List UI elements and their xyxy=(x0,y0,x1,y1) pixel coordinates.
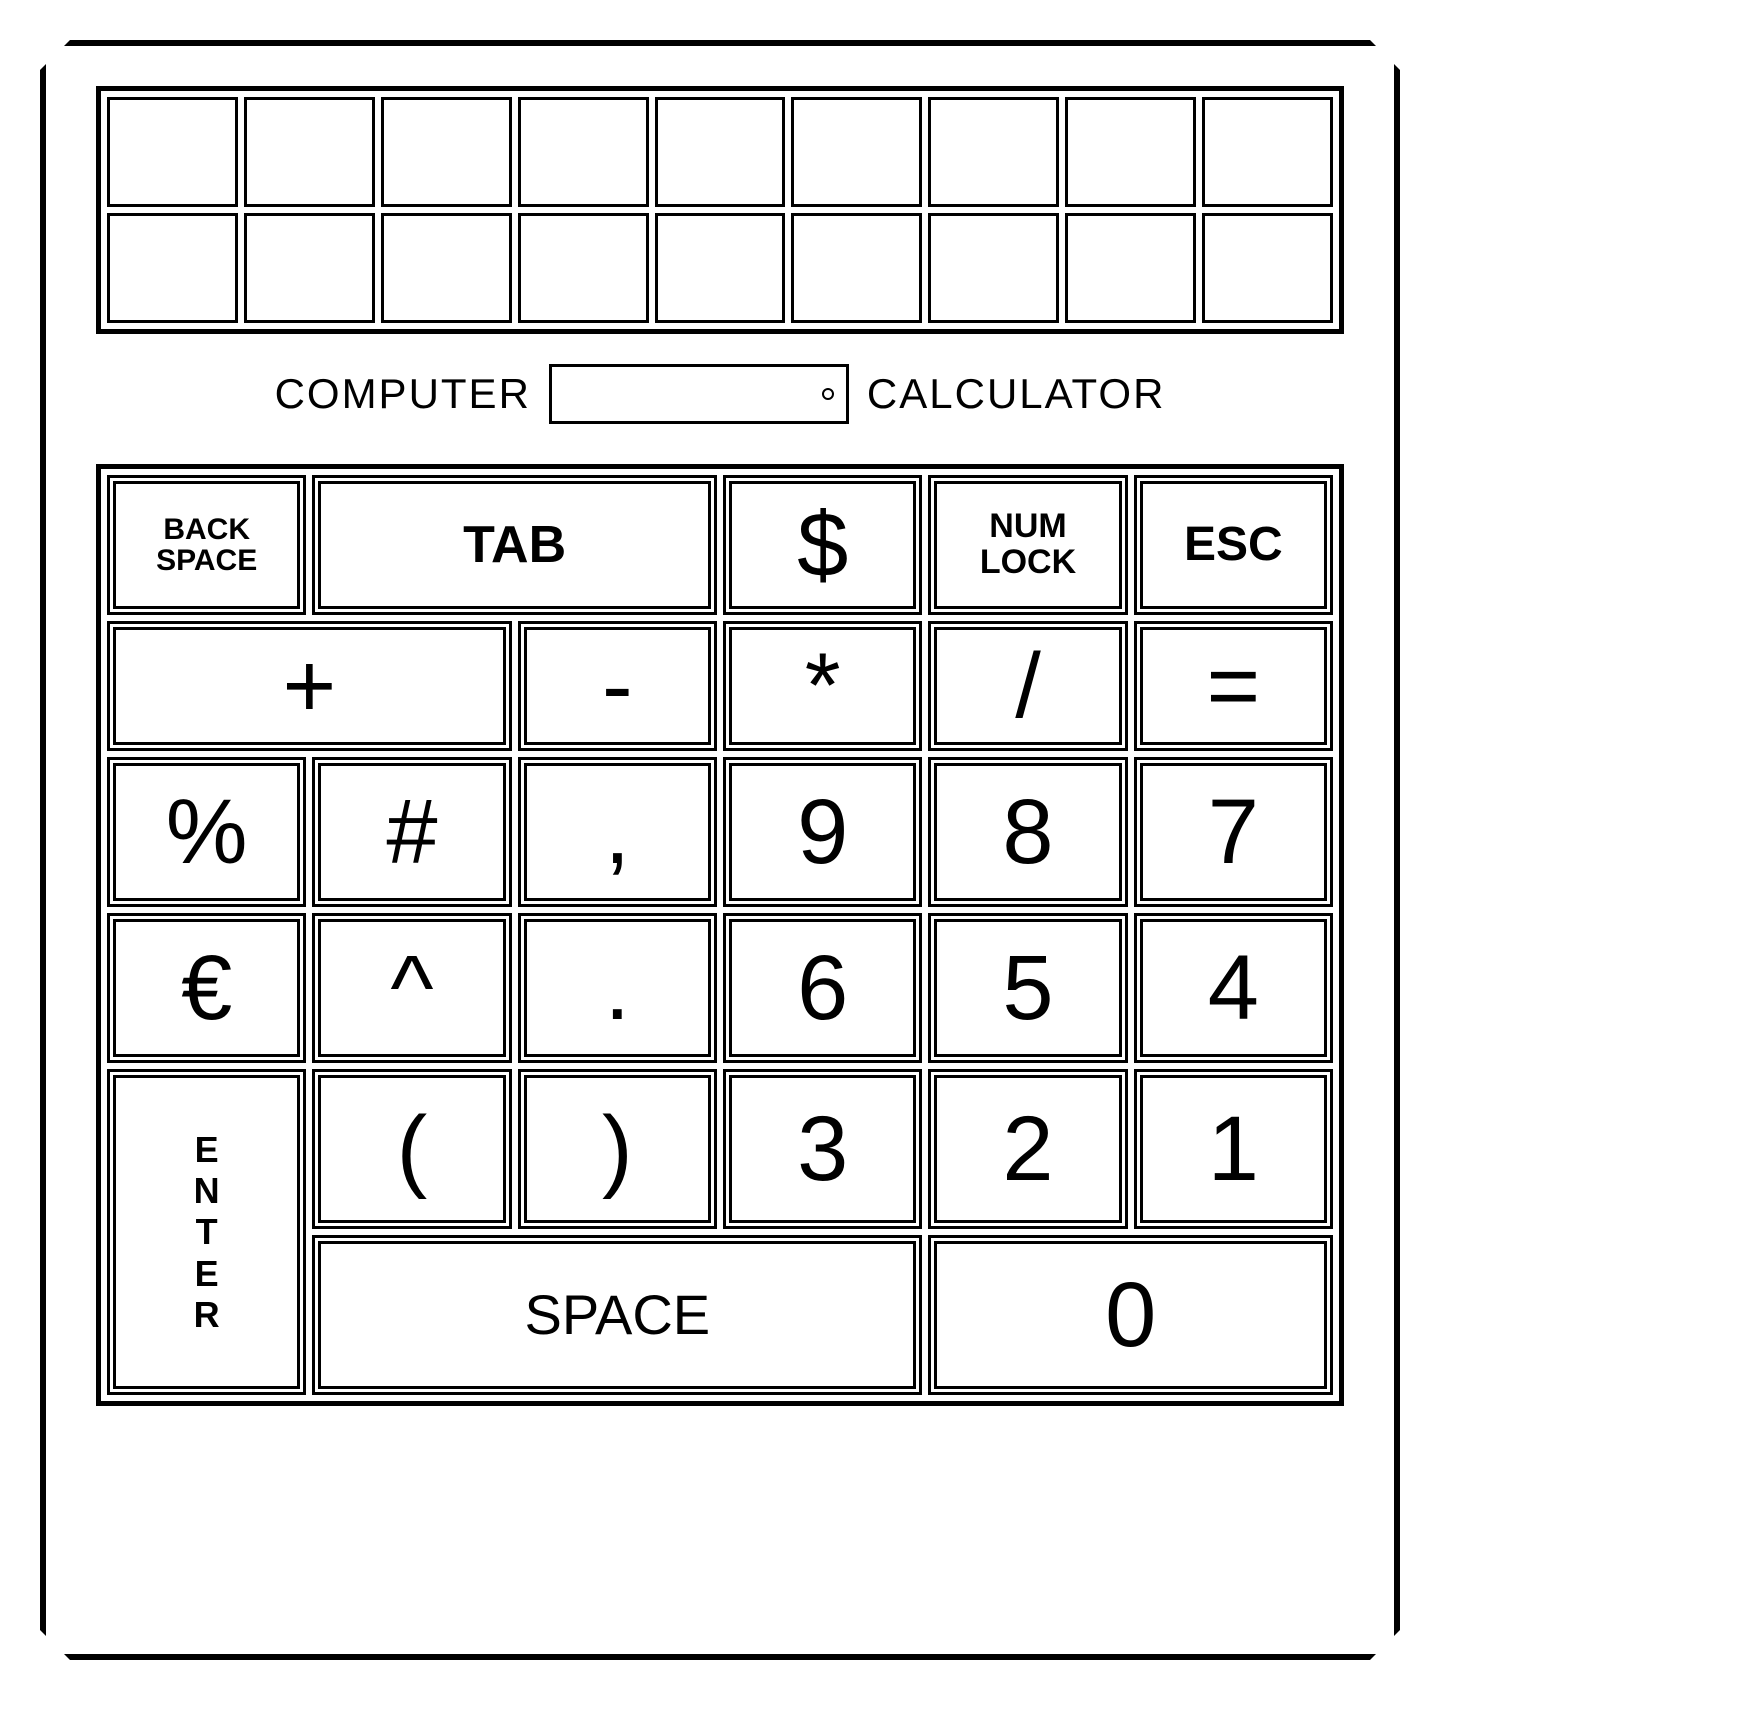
key-label: 7 xyxy=(1208,784,1259,881)
display-cell xyxy=(107,213,238,323)
mode-switch-row: COMPUTER CALCULATOR xyxy=(96,364,1344,424)
display-cell xyxy=(791,97,922,207)
display-cell xyxy=(107,97,238,207)
equals-key[interactable]: = xyxy=(1134,621,1333,751)
hash-key[interactable]: # xyxy=(312,757,511,907)
one-key[interactable]: 1 xyxy=(1134,1069,1333,1229)
right-paren-key[interactable]: ) xyxy=(518,1069,717,1229)
display-cell xyxy=(381,97,512,207)
display-panel xyxy=(96,86,1344,334)
zero-key[interactable]: 0 xyxy=(928,1235,1333,1395)
space-key[interactable]: SPACE xyxy=(312,1235,922,1395)
display-row-2 xyxy=(107,213,1333,323)
mode-indicator-icon xyxy=(822,388,834,400)
key-label: TAB xyxy=(463,518,566,573)
key-label: + xyxy=(282,638,336,735)
esc-key[interactable]: ESC xyxy=(1134,475,1333,615)
key-label: = xyxy=(1206,638,1260,735)
dollar-key[interactable]: $ xyxy=(723,475,922,615)
display-cell xyxy=(928,213,1059,323)
nine-key[interactable]: 9 xyxy=(723,757,922,907)
key-label: 1 xyxy=(1208,1101,1259,1198)
key-label: LOCK xyxy=(980,545,1076,581)
display-cell xyxy=(244,97,375,207)
key-label: BACK xyxy=(163,514,250,546)
key-label: . xyxy=(605,940,631,1037)
key-label: ESC xyxy=(1184,520,1283,570)
percent-key[interactable]: % xyxy=(107,757,306,907)
key-label: 6 xyxy=(797,940,848,1037)
key-label: 3 xyxy=(797,1101,848,1198)
euro-key[interactable]: € xyxy=(107,913,306,1063)
key-label: 4 xyxy=(1208,940,1259,1037)
five-key[interactable]: 5 xyxy=(928,913,1127,1063)
calculator-keypad-device: COMPUTER CALCULATOR BACK SPACE TAB $ NUM… xyxy=(40,40,1400,1660)
mode-label-computer: COMPUTER xyxy=(275,370,531,418)
keypad: BACK SPACE TAB $ NUM LOCK ESC + - * / = … xyxy=(96,464,1344,1406)
display-row-1 xyxy=(107,97,1333,207)
key-label: E xyxy=(195,1129,219,1170)
mode-label-calculator: CALCULATOR xyxy=(867,370,1166,418)
left-paren-key[interactable]: ( xyxy=(312,1069,511,1229)
two-key[interactable]: 2 xyxy=(928,1069,1127,1229)
key-label: SPACE xyxy=(156,545,257,577)
key-label: E xyxy=(195,1253,219,1294)
tab-key[interactable]: TAB xyxy=(312,475,717,615)
plus-key[interactable]: + xyxy=(107,621,512,751)
key-label: $ xyxy=(797,497,848,594)
key-label: 2 xyxy=(1002,1101,1053,1198)
key-label: 5 xyxy=(1002,940,1053,1037)
display-cell xyxy=(1065,97,1196,207)
display-cell xyxy=(244,213,375,323)
three-key[interactable]: 3 xyxy=(723,1069,922,1229)
asterisk-key[interactable]: * xyxy=(723,621,922,751)
key-label: 8 xyxy=(1002,784,1053,881)
key-label: % xyxy=(166,784,248,881)
enter-key[interactable]: E N T E R xyxy=(107,1069,306,1395)
key-label: ( xyxy=(397,1101,428,1198)
display-cell xyxy=(655,213,786,323)
display-cell xyxy=(791,213,922,323)
key-label: # xyxy=(386,784,437,881)
six-key[interactable]: 6 xyxy=(723,913,922,1063)
display-cell xyxy=(1202,213,1333,323)
display-cell xyxy=(518,97,649,207)
comma-key[interactable]: , xyxy=(518,757,717,907)
display-cell xyxy=(1202,97,1333,207)
key-label: SPACE xyxy=(524,1286,710,1345)
key-label: ) xyxy=(602,1101,633,1198)
key-label: € xyxy=(181,940,232,1037)
mode-switch[interactable] xyxy=(549,364,849,424)
display-cell xyxy=(1065,213,1196,323)
minus-key[interactable]: - xyxy=(518,621,717,751)
seven-key[interactable]: 7 xyxy=(1134,757,1333,907)
period-key[interactable]: . xyxy=(518,913,717,1063)
backspace-key[interactable]: BACK SPACE xyxy=(107,475,306,615)
key-label: R xyxy=(194,1294,220,1335)
display-cell xyxy=(655,97,786,207)
four-key[interactable]: 4 xyxy=(1134,913,1333,1063)
key-label: - xyxy=(602,638,633,735)
display-cell xyxy=(928,97,1059,207)
slash-key[interactable]: / xyxy=(928,621,1127,751)
key-label: 0 xyxy=(1105,1267,1156,1364)
display-cell xyxy=(381,213,512,323)
key-label: 9 xyxy=(797,784,848,881)
key-label: T xyxy=(196,1211,218,1252)
caret-key[interactable]: ^ xyxy=(312,913,511,1063)
eight-key[interactable]: 8 xyxy=(928,757,1127,907)
numlock-key[interactable]: NUM LOCK xyxy=(928,475,1127,615)
key-label: * xyxy=(805,638,841,735)
key-label: , xyxy=(605,784,631,881)
key-label: NUM xyxy=(989,509,1066,545)
key-label: / xyxy=(1015,638,1041,735)
key-label: ^ xyxy=(390,940,433,1037)
key-label: N xyxy=(194,1170,220,1211)
display-cell xyxy=(518,213,649,323)
